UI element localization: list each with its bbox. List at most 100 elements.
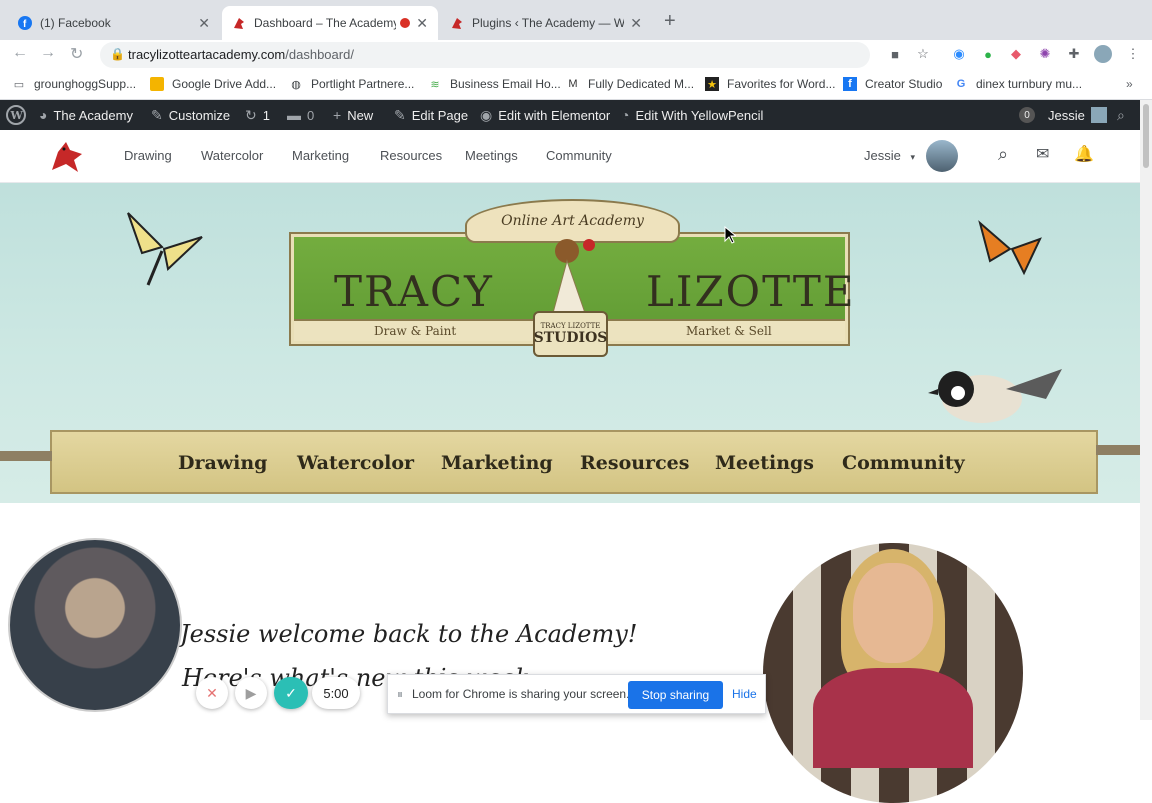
menu-icon[interactable]: ⋮ (1124, 45, 1142, 63)
forward-icon[interactable]: → (40, 44, 56, 62)
back-icon[interactable]: ← (12, 44, 28, 62)
globe-icon: ◍ (291, 78, 301, 91)
close-tab-icon[interactable]: ✕ (198, 15, 210, 32)
close-tab-icon[interactable]: ✕ (630, 15, 642, 32)
branch-left (0, 451, 52, 461)
google-icon: G (956, 78, 966, 90)
notifications-badge[interactable]: 0 (1019, 100, 1035, 130)
star-icon[interactable]: ☆ (914, 45, 932, 63)
color-picker-icon[interactable]: ✺ (1036, 45, 1054, 63)
loom-finish-icon[interactable]: ✓ (274, 677, 308, 709)
bell-icon[interactable]: 🔔 (1074, 144, 1094, 164)
studios-stamp: TRACY LIZOTTE STUDIOS (533, 311, 608, 357)
more-bookmarks-icon[interactable]: » (1126, 77, 1133, 91)
mouse-cursor-icon (724, 225, 738, 249)
nav-drawing[interactable]: Drawing (124, 148, 172, 163)
user-menu[interactable]: Jessie ▾ (864, 148, 915, 163)
banner-nav-marketing[interactable]: Marketing (441, 452, 553, 474)
facebook-icon: f (843, 77, 857, 91)
bookmark-item[interactable]: ▭ grounghoggSupp... (12, 77, 136, 91)
drag-handle-icon[interactable]: ⏸ (397, 687, 403, 702)
dashboard-icon: ◕ (39, 107, 48, 123)
bookmark-item[interactable]: Google Drive Add... (150, 77, 276, 91)
loom-more-icon[interactable]: ⋯ (166, 677, 186, 709)
bookmark-favicon-icon: ≋ (430, 78, 440, 91)
hero-banner: TRACY LIZOTTE Draw & Paint Market & Sell… (0, 183, 1140, 503)
banner-nav-meetings[interactable]: Meetings (715, 452, 814, 474)
tab-dashboard[interactable]: Dashboard – The Academy ✕ (222, 6, 438, 40)
loom-pause-icon[interactable]: ▶ (235, 677, 267, 709)
close-tab-icon[interactable]: ✕ (416, 15, 428, 32)
sign-name-left: TRACY (334, 267, 494, 316)
banner-nav: Drawing Watercolor Marketing Resources M… (50, 430, 1098, 494)
webcam-bubble (8, 538, 182, 712)
search-icon[interactable]: ⌕ (998, 144, 1008, 165)
comment-icon: ▬ (287, 107, 301, 123)
loom-timer: 5:00 (312, 677, 360, 709)
nav-community[interactable]: Community (546, 148, 612, 163)
browser-toolbar: ← → ↻ 🔒 tracylizotteartacademy.com/dashb… (0, 40, 1152, 70)
inbox-icon[interactable]: ✉ (1036, 144, 1049, 164)
comments-link[interactable]: ▬ 0 (287, 100, 314, 130)
elementor-link[interactable]: ◉ Edit with Elementor (480, 100, 610, 130)
nav-resources[interactable]: Resources (380, 148, 442, 163)
new-tab-icon[interactable]: + (664, 10, 676, 33)
yellowpencil-link[interactable]: ◔ Edit With YellowPencil (621, 100, 763, 130)
sign-tag-left: Draw & Paint (374, 324, 457, 338)
bookmark-item[interactable]: Gdinex turnbury mu... (954, 77, 1082, 91)
hide-button[interactable]: Hide (732, 687, 757, 701)
updates-icon: ↻ (245, 106, 257, 123)
banner-nav-community[interactable]: Community (842, 452, 965, 474)
avatar[interactable] (926, 140, 958, 172)
bookmark-item[interactable]: ◍ Portlight Partnere... (289, 77, 414, 91)
tab-plugins[interactable]: Plugins ‹ The Academy — Wor ✕ (440, 6, 652, 40)
reload-icon[interactable]: ↻ (70, 44, 83, 64)
zoom-extension-icon[interactable]: ◉ (950, 45, 968, 63)
loom-extension-icon[interactable]: ◆ (1007, 45, 1025, 63)
banner-nav-watercolor[interactable]: Watercolor (297, 452, 414, 474)
monarch-butterfly-icon (976, 219, 1044, 282)
sign-name-right: LIZOTTE (646, 267, 856, 316)
tab-facebook[interactable]: f (1) Facebook ✕ (8, 6, 220, 40)
user-account-link[interactable]: Jessie (1048, 100, 1107, 130)
customize-link[interactable]: ✎ Customize (151, 100, 230, 130)
nav-marketing[interactable]: Marketing (292, 148, 349, 163)
banner-nav-drawing[interactable]: Drawing (178, 452, 267, 474)
bookmark-item[interactable]: ★ Favorites for Word... (705, 77, 835, 91)
camera-icon[interactable]: ■ (886, 45, 904, 63)
welcome-heading: Jessie welcome back to the Academy! (180, 620, 638, 648)
chickadee-icon (926, 363, 1066, 438)
stop-sharing-button[interactable]: Stop sharing (628, 681, 723, 709)
evernote-extension-icon[interactable]: ● (979, 45, 997, 63)
scrollbar-thumb[interactable] (1143, 104, 1149, 168)
browser-tab-strip: f (1) Facebook ✕ Dashboard – The Academy… (0, 0, 1152, 40)
bookmark-item[interactable]: M Fully Dedicated M... (566, 77, 694, 91)
site-logo-cardinal-icon[interactable] (48, 140, 86, 179)
recording-icon (400, 18, 411, 28)
site-header: Drawing Watercolor Marketing Resources M… (0, 130, 1140, 183)
cardinal-icon (232, 16, 246, 30)
new-content-link[interactable]: + New (333, 100, 373, 130)
screen-share-bar: ⏸ Loom for Chrome is sharing your screen… (387, 674, 766, 714)
facebook-icon: f (18, 16, 32, 30)
pencil-icon: ✎ (394, 106, 406, 123)
site-name-link[interactable]: ◕ The Academy (39, 100, 133, 130)
nav-watercolor[interactable]: Watercolor (201, 148, 263, 163)
swallowtail-butterfly-icon (122, 207, 206, 296)
banner-nav-resources[interactable]: Resources (580, 452, 689, 474)
profile-avatar-icon[interactable] (1094, 45, 1112, 63)
star-favicon-icon: ★ (705, 77, 719, 91)
avatar (1090, 107, 1107, 123)
page-scrollbar[interactable] (1140, 100, 1152, 720)
chevron-down-icon: ▾ (910, 152, 916, 162)
edit-page-link[interactable]: ✎ Edit Page (394, 100, 468, 130)
loom-cancel-icon[interactable]: ✕ (196, 677, 228, 709)
nav-meetings[interactable]: Meetings (465, 148, 518, 163)
wordpress-logo-icon[interactable]: W (6, 100, 26, 130)
bookmark-item[interactable]: ≋ Business Email Ho... (428, 77, 560, 91)
bookmark-item[interactable]: f Creator Studio (843, 77, 942, 91)
address-bar[interactable]: 🔒 tracylizotteartacademy.com/dashboard/ (100, 42, 870, 68)
extensions-icon[interactable]: ✚ (1065, 45, 1083, 63)
search-icon[interactable]: ⌕ (1117, 100, 1131, 130)
updates-link[interactable]: ↻ 1 (245, 100, 270, 130)
